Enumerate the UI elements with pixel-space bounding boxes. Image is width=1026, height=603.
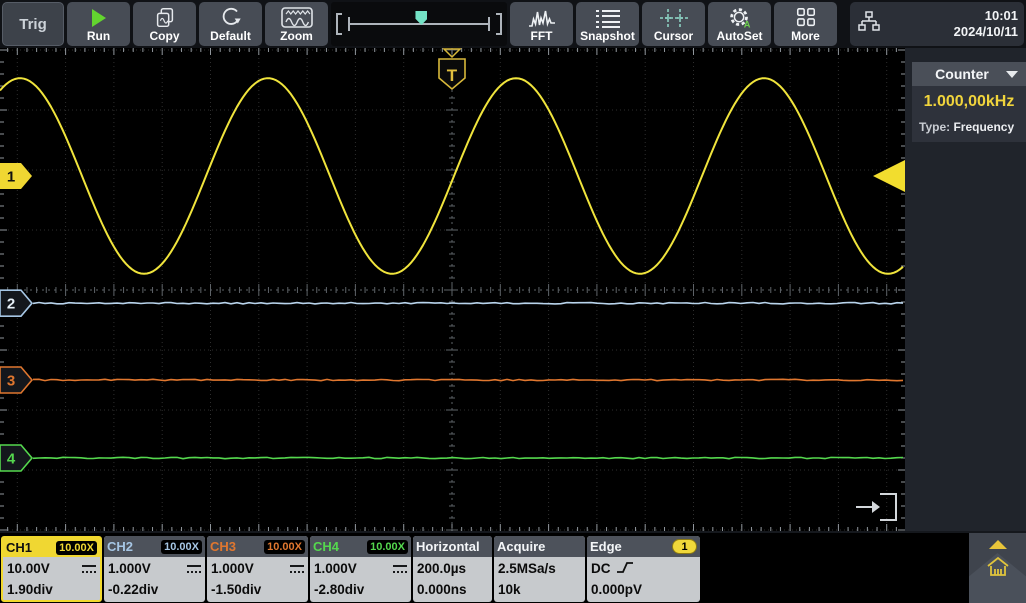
date-text: 2024/10/11 — [882, 24, 1018, 40]
ch3-waveform — [33, 379, 903, 380]
top-toolbar: Trig Run Copy Default Zoom FFT Snapshot … — [0, 0, 1026, 48]
channel-box-ch2[interactable]: CH2 10.00X 1.000V -0.22div — [104, 536, 205, 602]
right-bracket-icon — [496, 13, 502, 35]
acquire-box[interactable]: Acquire 2.5MSa/s 10k — [494, 536, 585, 602]
autoset-button[interactable]: A AutoSet — [708, 2, 771, 46]
home-button[interactable] — [969, 554, 1026, 580]
trigger-source-badge: 1 — [672, 539, 697, 554]
run-button[interactable]: Run — [67, 2, 130, 46]
svg-text:2: 2 — [7, 296, 15, 313]
svg-text:4: 4 — [7, 451, 16, 468]
chevron-up-icon[interactable] — [989, 540, 1007, 549]
channel-marker-1[interactable]: 1 — [0, 163, 32, 189]
counter-type: Type: Frequency — [912, 120, 1026, 134]
offset-div: -0.22div — [108, 582, 158, 597]
next-page-icon[interactable] — [856, 494, 896, 520]
more-grid-icon — [794, 7, 818, 29]
probe-attenuation-badge: 10.00X — [367, 540, 408, 554]
sidebar: Counter 1.000,00kHz Type: Frequency — [905, 48, 1026, 531]
left-bracket-icon — [336, 13, 342, 35]
cursor-button[interactable]: Cursor — [642, 2, 705, 46]
ch2-waveform — [33, 303, 903, 304]
trigger-position-indicator[interactable] — [331, 2, 507, 46]
chevron-down-icon — [1006, 71, 1018, 78]
copy-icon — [153, 7, 177, 29]
channel-name: CH4 — [313, 539, 339, 554]
offset-div: -1.50div — [211, 582, 261, 597]
channel-name: CH3 — [210, 539, 236, 554]
waveform-display[interactable]: 1 2 3 4 T — [0, 48, 905, 531]
trigger-box[interactable]: Edge 1 DC 0.000pV — [587, 536, 700, 602]
channel-box-ch3[interactable]: CH3 10.00X 1.000V -1.50div — [207, 536, 308, 602]
svg-text:3: 3 — [7, 373, 15, 390]
probe-attenuation-badge: 10.00X — [56, 541, 97, 555]
delay-value: 0.000ns — [417, 579, 488, 600]
status-bar: CH1 10.00X 10.00V 1.90div CH2 10.00X 1.000V -0.… — [0, 531, 1026, 603]
sample-rate-value: 2.5MSa/s — [498, 558, 581, 579]
volts-per-div: 1.000V — [211, 561, 254, 576]
zoom-waveform-icon — [281, 7, 313, 29]
memory-depth-value: 10k — [498, 579, 581, 600]
counter-panel: 1.000,00kHz Type: Frequency — [912, 86, 1026, 142]
volts-per-div: 1.000V — [108, 561, 151, 576]
trigger-level-value: 0.000pV — [591, 579, 696, 600]
menu-corner-panel — [969, 533, 1026, 603]
ch4-waveform — [33, 457, 903, 458]
acquire-title: Acquire — [497, 539, 545, 554]
probe-attenuation-badge: 10.00X — [264, 540, 305, 554]
more-button[interactable]: More — [774, 2, 837, 46]
dc-coupling-icon — [393, 565, 407, 573]
zoom-button[interactable]: Zoom — [265, 2, 328, 46]
oscilloscope-app: Trig Run Copy Default Zoom FFT Snapshot … — [0, 0, 1026, 603]
counter-value: 1.000,00kHz — [912, 93, 1026, 111]
horizontal-title: Horizontal — [416, 539, 480, 554]
volts-per-div: 10.00V — [7, 561, 50, 576]
channel-name: CH2 — [107, 539, 133, 554]
trigger-type-title: Edge — [590, 539, 622, 554]
trigger-level-arrow[interactable] — [873, 160, 905, 192]
home-icon — [985, 554, 1011, 580]
counter-title: Counter — [935, 66, 1003, 82]
offset-div: 1.90div — [7, 582, 53, 597]
dc-coupling-icon — [187, 565, 201, 573]
horizontal-box[interactable]: Horizontal 200.0µs 0.000ns — [413, 536, 492, 602]
fft-spectrum-icon — [527, 7, 557, 29]
channel-box-ch4[interactable]: CH4 10.00X 1.000V -2.80div — [310, 536, 411, 602]
copy-button[interactable]: Copy — [133, 2, 196, 46]
trigger-status-button[interactable]: Trig — [2, 2, 64, 46]
volts-per-div: 1.000V — [314, 561, 357, 576]
svg-text:1: 1 — [7, 169, 15, 186]
channel-marker-4[interactable]: 4 — [0, 445, 32, 471]
channel-box-ch1[interactable]: CH1 10.00X 10.00V 1.90div — [1, 536, 102, 602]
reset-icon — [219, 7, 243, 29]
time-text: 10:01 — [882, 8, 1018, 24]
timebase-value: 200.0µs — [417, 558, 488, 579]
play-icon — [92, 7, 106, 29]
fft-button[interactable]: FFT — [510, 2, 573, 46]
cursor-crosshair-icon — [658, 7, 690, 29]
network-icon — [856, 10, 882, 39]
svg-text:T: T — [447, 66, 458, 85]
clock-panel[interactable]: 10:01 2024/10/11 — [850, 2, 1024, 46]
rising-edge-icon — [616, 560, 634, 578]
counter-dropdown[interactable]: Counter — [912, 62, 1026, 86]
channel-marker-2[interactable]: 2 — [0, 290, 32, 316]
trigger-coupling: DC — [591, 561, 611, 576]
autoset-gear-icon: A — [727, 7, 753, 29]
default-button[interactable]: Default — [199, 2, 262, 46]
channel-name: CH1 — [6, 540, 32, 555]
channel-marker-3[interactable]: 3 — [0, 367, 32, 393]
dc-coupling-icon — [290, 565, 304, 573]
snapshot-list-icon — [593, 7, 623, 29]
offset-div: -2.80div — [314, 582, 364, 597]
graticule-and-waveforms: 1 2 3 4 T — [0, 48, 905, 531]
snapshot-button[interactable]: Snapshot — [576, 2, 639, 46]
svg-text:A: A — [743, 19, 750, 29]
probe-attenuation-badge: 10.00X — [161, 540, 202, 554]
dc-coupling-icon — [82, 565, 96, 573]
